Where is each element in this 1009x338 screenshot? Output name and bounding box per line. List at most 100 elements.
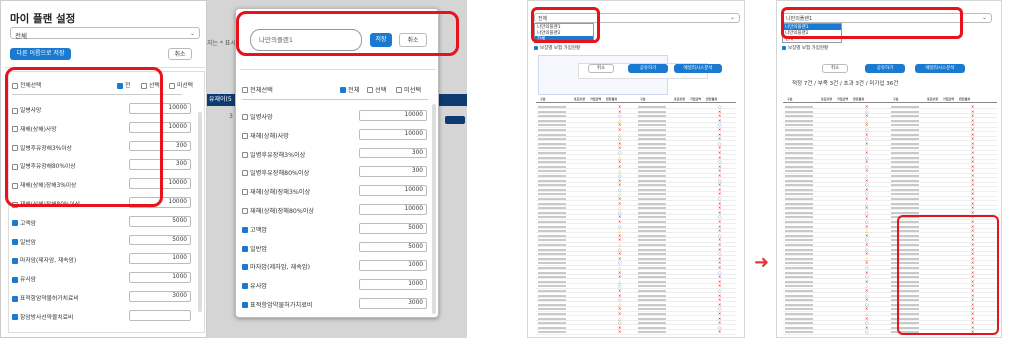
row-label: 재해(상해)장해80%이상 — [20, 202, 81, 208]
table-header: 구분 표준보장 가입금액 판단결과 구분 표준보장 가입금액 판단결과 — [536, 97, 736, 103]
row-checkbox[interactable]: 재해(상해)사망 — [12, 124, 57, 133]
cell-placeholder — [638, 225, 666, 228]
row-checkbox[interactable]: 일병후유장해80%이상 — [242, 168, 309, 177]
coverage-status-checkbox[interactable]: 보장별 보험 가입현황 — [534, 45, 580, 51]
row-checkbox[interactable]: 유사암 — [242, 281, 267, 290]
cell-placeholder — [538, 124, 566, 127]
cell-placeholder — [785, 129, 813, 131]
cross-icon: ✕ — [971, 329, 975, 335]
row-checkbox[interactable]: 마자암(제자암, 재속암) — [12, 255, 76, 264]
coverage-row: 일병후유장해80%이상 300 — [239, 165, 429, 184]
amount-input[interactable]: 10000 — [359, 185, 427, 196]
save-button[interactable]: 저장 — [370, 33, 392, 47]
option-all[interactable]: 전체 — [535, 36, 593, 42]
amount-input[interactable]: 10000 — [359, 110, 427, 121]
row-checkbox[interactable]: 표적항암약물허가치료비 — [242, 300, 313, 309]
amount-input[interactable]: 5000 — [359, 241, 427, 253]
filter-optional-radio[interactable]: 선택 — [141, 80, 160, 89]
cell-placeholder — [891, 322, 919, 325]
amount-input[interactable]: 3000 — [359, 298, 427, 309]
row-checkbox[interactable]: 항암방사선약물치료비 — [12, 312, 73, 321]
cancel-button[interactable]: 취소 — [588, 64, 614, 73]
scrollbar[interactable] — [198, 112, 202, 312]
amount-input[interactable]: 10000 — [129, 197, 191, 208]
amount-input[interactable]: 1000 — [129, 253, 191, 265]
row-checkbox[interactable]: 일병후유장해3%이상 — [12, 143, 72, 152]
row-checkbox[interactable]: 재해(상해)장해3%이상 — [242, 187, 310, 196]
filter-all-radio[interactable]: 전 — [117, 80, 130, 89]
cancel-button[interactable]: 취소 — [822, 64, 848, 73]
amount-input[interactable]: 300 — [359, 147, 427, 159]
plan-select[interactable]: 전체 ⌄ — [10, 27, 200, 40]
row-checkbox[interactable]: 일병후유장해3%이상 — [242, 150, 305, 159]
filter-optional-radio[interactable]: 선택 — [367, 85, 386, 94]
select-all-checkbox[interactable]: 전체선택 — [242, 85, 273, 94]
row-checkbox[interactable]: 고액암 — [12, 218, 36, 227]
row-checkbox[interactable]: 고액암 — [242, 225, 267, 234]
amount-input[interactable]: 10000 — [129, 121, 191, 133]
share-button[interactable]: 공유하기 — [865, 64, 905, 73]
cell-placeholder — [785, 303, 813, 306]
table-row: ✕ ✕ — [783, 197, 997, 202]
table-row: ✕ ✕ — [536, 183, 736, 188]
row-checkbox[interactable]: 일반암 — [242, 244, 267, 253]
cell-placeholder — [891, 138, 919, 141]
row-checkbox[interactable]: 일반암 — [12, 237, 36, 246]
arrow-right-icon: ➜ — [754, 252, 770, 273]
filter-none-label: 미선택 — [404, 87, 422, 94]
cell-placeholder — [891, 211, 919, 214]
filter-none-radio[interactable]: 미선택 — [169, 80, 193, 89]
amount-input[interactable]: 1000 — [359, 279, 427, 290]
cell-placeholder — [538, 207, 566, 210]
amount-input[interactable]: 10000 — [129, 178, 191, 189]
cell-placeholder — [891, 294, 919, 297]
amount-input[interactable]: 300 — [129, 140, 191, 152]
row-checkbox[interactable]: 유사암 — [12, 274, 36, 283]
filter-all-radio[interactable]: 전체 — [340, 85, 359, 94]
amount-input[interactable]: 3000 — [129, 291, 191, 302]
scrollbar[interactable] — [432, 104, 436, 314]
plan-select[interactable]: 나만의플랜1 ⌄ — [782, 13, 992, 23]
save-as-new-button[interactable]: 다른 이름으로 저장 — [10, 48, 71, 60]
row-checkbox[interactable]: 재해(상해)장해3%이상 — [12, 180, 76, 189]
cell-placeholder — [538, 211, 566, 214]
row-label: 일병후유장해3%이상 — [20, 145, 72, 152]
amount-input[interactable]: 300 — [129, 159, 191, 171]
amount-input[interactable] — [129, 309, 191, 321]
table-row: ✕ ○ — [536, 307, 736, 312]
share-button[interactable]: 공유하기 — [628, 64, 668, 73]
cell-placeholder — [785, 239, 813, 242]
select-all-checkbox[interactable]: 전체선택 — [12, 80, 41, 89]
amount-input[interactable]: 1000 — [129, 272, 191, 283]
coverage-status-checkbox[interactable]: 보장별 보험 가입현황 — [782, 45, 828, 51]
row-checkbox[interactable]: 재해(상해)장해80%이상 — [242, 206, 314, 215]
amount-input[interactable]: 1000 — [359, 260, 427, 272]
row-checkbox[interactable]: 일병사망 — [12, 105, 41, 114]
row-checkbox[interactable]: 재해(상해)사망 — [242, 131, 289, 140]
amount-input[interactable]: 5000 — [129, 234, 191, 246]
amount-input[interactable]: 10000 — [129, 103, 191, 114]
cancel-button[interactable]: 취소 — [399, 33, 427, 47]
amount-input[interactable]: 5000 — [359, 222, 427, 234]
plan-select[interactable]: 전체 ⌄ — [534, 13, 740, 23]
analysis-button[interactable]: 애널리시스분석 — [915, 64, 965, 73]
amount-input[interactable]: 300 — [359, 166, 427, 178]
plan-options-list: 나만의플랜1 나만의플랜2 전체 — [534, 23, 594, 43]
cell-placeholder — [638, 239, 666, 242]
filter-none-radio[interactable]: 미선택 — [396, 85, 421, 94]
amount-input[interactable]: 10000 — [359, 204, 427, 215]
amount-input[interactable]: 5000 — [129, 215, 191, 227]
select-all-label: 전체선택 — [20, 83, 42, 89]
cell-placeholder — [538, 119, 566, 122]
analysis-button[interactable]: 애널리시스분석 — [674, 64, 722, 73]
row-checkbox[interactable]: 마자암(제자암, 재속암) — [242, 262, 310, 271]
row-checkbox[interactable]: 표적항암약물허가치료비 — [12, 293, 79, 302]
cell-placeholder — [891, 331, 919, 334]
row-checkbox[interactable]: 일병사망 — [242, 112, 273, 121]
option-all[interactable]: 전체 — [783, 36, 841, 42]
amount-input[interactable]: 10000 — [359, 128, 427, 140]
row-checkbox[interactable]: 일병후유장해80%이상 — [12, 161, 76, 170]
row-checkbox[interactable]: 재해(상해)장해80%이상 — [12, 199, 80, 208]
plan-name-input[interactable]: 나만의플랜1 — [250, 29, 362, 51]
cancel-button[interactable]: 취소 — [168, 48, 192, 60]
